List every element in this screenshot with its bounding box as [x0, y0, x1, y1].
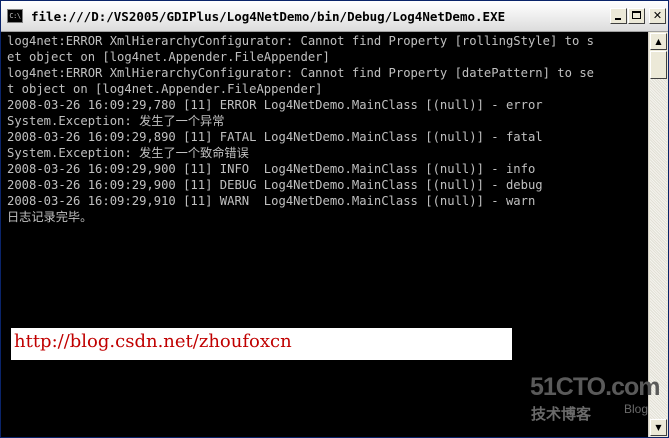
minimize-icon — [615, 18, 621, 20]
scroll-track[interactable] — [650, 79, 667, 419]
console-line: 2008-03-26 16:09:29,890 [11] FATAL Log4N… — [7, 130, 543, 144]
console-line: System.Exception: 发生了一个异常 — [7, 114, 225, 128]
close-icon: ✕ — [652, 9, 663, 22]
site-watermark: 51CTO.com 技术博客 Blog — [528, 373, 660, 429]
title-bar[interactable]: C:\ file:///D:/VS2005/GDIPlus/Log4NetDem… — [1, 1, 668, 32]
console-line: log4net:ERROR XmlHierarchyConfigurator: … — [7, 34, 594, 48]
watermark-subtitle: 技术博客 — [531, 405, 592, 423]
watermark-logo-text: 51CTO.com — [530, 373, 660, 401]
console-line: 2008-03-26 16:09:29,900 [11] DEBUG Log4N… — [7, 178, 543, 192]
close-button[interactable]: ✕ — [649, 8, 666, 24]
maximize-button[interactable] — [628, 8, 645, 24]
console-app-icon[interactable]: C:\ — [7, 9, 23, 23]
minimize-button[interactable] — [610, 8, 627, 24]
maximize-icon — [632, 11, 641, 19]
scroll-thumb[interactable] — [650, 51, 667, 79]
console-line: log4net:ERROR XmlHierarchyConfigurator: … — [7, 66, 594, 80]
console-line: t object on [log4net.Appender.FileAppend… — [7, 82, 323, 96]
console-line: System.Exception: 发生了一个致命错误 — [7, 146, 249, 160]
window-title: file:///D:/VS2005/GDIPlus/Log4NetDemo/bi… — [31, 9, 506, 24]
console-line: 日志记录完毕。 — [7, 210, 93, 224]
scroll-up-button[interactable]: ▲ — [650, 33, 667, 50]
console-line: et object on [log4net.Appender.FileAppen… — [7, 50, 330, 64]
console-line: 2008-03-26 16:09:29,900 [11] INFO Log4Ne… — [7, 162, 536, 176]
console-line: 2008-03-26 16:09:29,780 [11] ERROR Log4N… — [7, 98, 543, 112]
console-line: 2008-03-26 16:09:29,910 [11] WARN Log4Ne… — [7, 194, 536, 208]
blog-url-text: http://blog.csdn.net/zhoufoxcn — [14, 331, 292, 352]
blog-url-banner: http://blog.csdn.net/zhoufoxcn — [11, 328, 512, 360]
watermark-blog-label: Blog — [624, 402, 649, 416]
console-window: C:\ file:///D:/VS2005/GDIPlus/Log4NetDem… — [0, 0, 669, 438]
scroll-up-arrow-icon: ▲ — [655, 37, 662, 46]
